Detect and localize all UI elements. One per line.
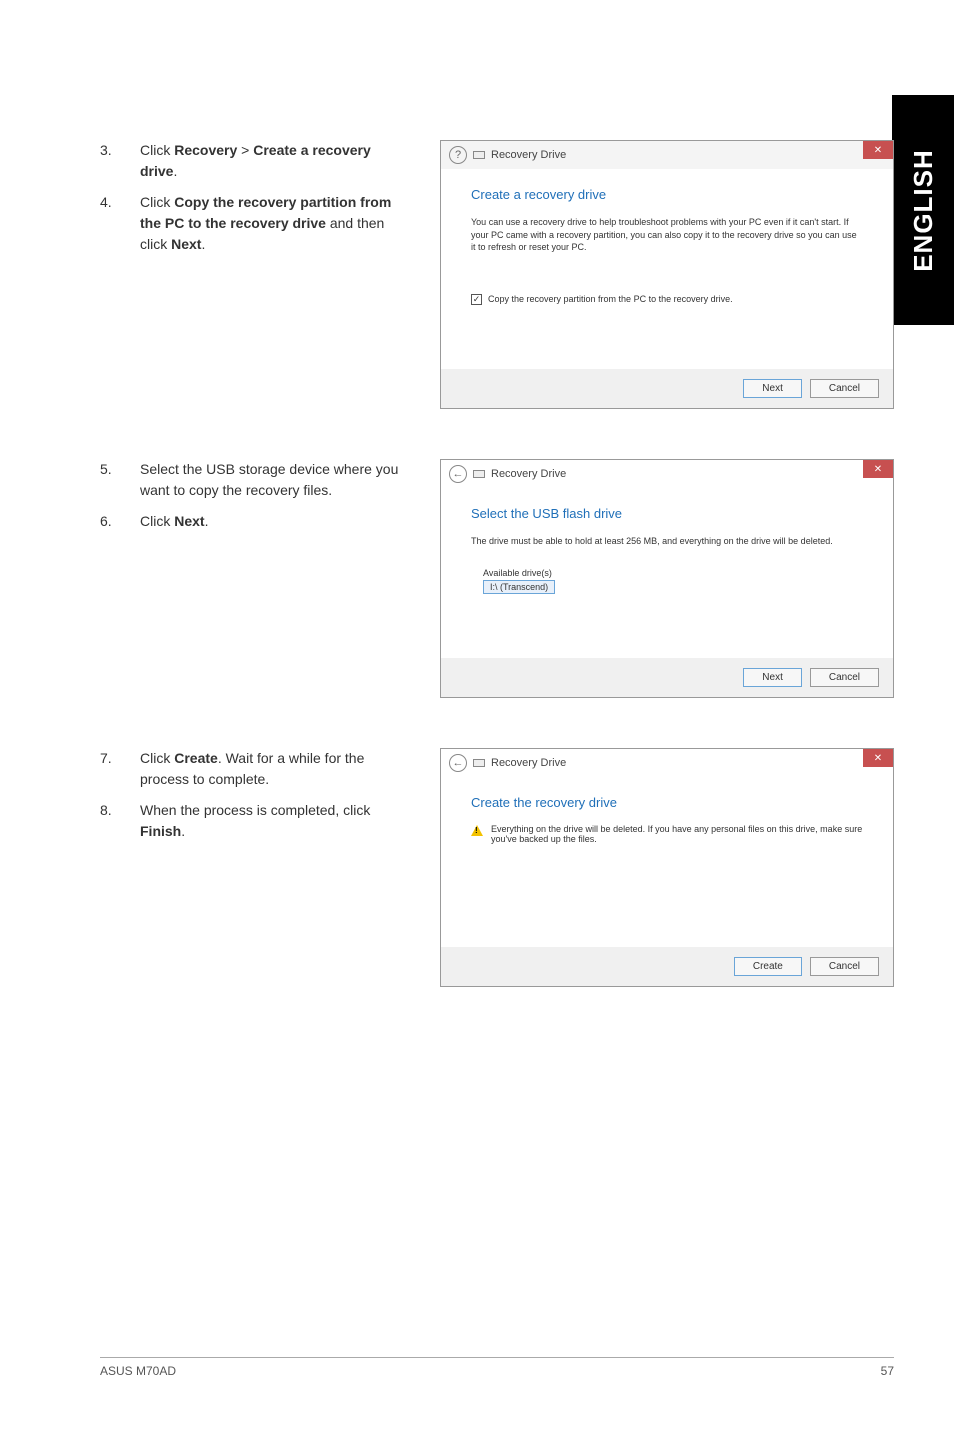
back-button[interactable]: ← (449, 754, 467, 772)
next-button[interactable]: Next (743, 379, 802, 398)
step-number: 6. (100, 511, 140, 532)
step-6: 6. Click Next. (100, 511, 400, 532)
dialog-description: The drive must be able to hold at least … (471, 535, 863, 548)
warning-icon (471, 825, 483, 836)
step-text: When the process is completed, click Fin… (140, 800, 400, 842)
step-4: 4. Click Copy the recovery partition fro… (100, 192, 400, 255)
step-number: 7. (100, 748, 140, 790)
dialog-titlebar: ← Recovery Drive ✕ (441, 460, 893, 488)
step-8: 8. When the process is completed, click … (100, 800, 400, 842)
cancel-button[interactable]: Cancel (810, 957, 879, 976)
warning-row: Everything on the drive will be deleted.… (471, 824, 863, 844)
close-button[interactable]: ✕ (863, 460, 893, 478)
dialog-buttons: Next Cancel (441, 658, 893, 697)
instructions-2: 5. Select the USB storage device where y… (100, 459, 400, 542)
dialog-create-drive: ← Recovery Drive ✕ Create the recovery d… (440, 748, 894, 987)
dialog-titlebar: ← Recovery Drive ✕ (441, 749, 893, 777)
copy-partition-checkbox-row: ✓ Copy the recovery partition from the P… (471, 294, 863, 305)
dialog-body: Create a recovery drive You can use a re… (441, 169, 893, 369)
close-icon: ✕ (874, 464, 882, 475)
step-number: 8. (100, 800, 140, 842)
back-button[interactable]: ← (449, 465, 467, 483)
dialog-title: Recovery Drive (491, 468, 566, 480)
available-drives-label: Available drive(s) (483, 568, 863, 578)
instruction-block-3: 7. Click Create. Wait for a while for th… (100, 748, 894, 987)
drive-option[interactable]: I:\ (Transcend) (483, 580, 555, 594)
copy-partition-checkbox[interactable]: ✓ (471, 294, 482, 305)
instructions-1: 3. Click Recovery > Create a recovery dr… (100, 140, 400, 265)
step-text: Click Create. Wait for a while for the p… (140, 748, 400, 790)
dialog-body: Create the recovery drive Everything on … (441, 777, 893, 947)
footer-page-number: 57 (881, 1364, 894, 1378)
dialog-buttons: Create Cancel (441, 947, 893, 986)
cancel-button[interactable]: Cancel (810, 668, 879, 687)
instructions-3: 7. Click Create. Wait for a while for th… (100, 748, 400, 852)
step-number: 3. (100, 140, 140, 182)
close-icon: ✕ (874, 145, 882, 156)
step-text: Select the USB storage device where you … (140, 459, 400, 501)
instruction-block-2: 5. Select the USB storage device where y… (100, 459, 894, 698)
step-text: Click Next. (140, 511, 400, 532)
dialog-heading: Select the USB flash drive (471, 506, 863, 521)
close-icon: ✕ (874, 753, 882, 764)
back-icon[interactable]: ? (449, 146, 467, 164)
copy-partition-label: Copy the recovery partition from the PC … (488, 294, 733, 304)
step-5: 5. Select the USB storage device where y… (100, 459, 400, 501)
footer-model: ASUS M70AD (100, 1364, 176, 1378)
page-content: 3. Click Recovery > Create a recovery dr… (0, 0, 954, 987)
close-button[interactable]: ✕ (863, 141, 893, 159)
next-button[interactable]: Next (743, 668, 802, 687)
cancel-button[interactable]: Cancel (810, 379, 879, 398)
dialog-title: Recovery Drive (491, 757, 566, 769)
step-number: 4. (100, 192, 140, 255)
available-drives: Available drive(s) I:\ (Transcend) (471, 568, 863, 594)
dialog-buttons: Next Cancel (441, 369, 893, 408)
step-text: Click Recovery > Create a recovery drive… (140, 140, 400, 182)
drive-icon (473, 151, 485, 159)
dialog-body: Select the USB flash drive The drive mus… (441, 488, 893, 658)
create-button[interactable]: Create (734, 957, 802, 976)
drive-icon (473, 759, 485, 767)
dialog-title: Recovery Drive (491, 149, 566, 161)
step-7: 7. Click Create. Wait for a while for th… (100, 748, 400, 790)
instruction-block-1: 3. Click Recovery > Create a recovery dr… (100, 140, 894, 409)
page-footer: ASUS M70AD 57 (100, 1357, 894, 1378)
drive-icon (473, 470, 485, 478)
dialog-select-usb: ← Recovery Drive ✕ Select the USB flash … (440, 459, 894, 698)
dialog-description: You can use a recovery drive to help tro… (471, 216, 863, 254)
dialog-titlebar: ? Recovery Drive ✕ (441, 141, 893, 169)
step-3: 3. Click Recovery > Create a recovery dr… (100, 140, 400, 182)
language-tab-label: ENGLISH (908, 149, 939, 272)
close-button[interactable]: ✕ (863, 749, 893, 767)
dialog-heading: Create a recovery drive (471, 187, 863, 202)
language-tab: ENGLISH (892, 95, 954, 325)
step-text: Click Copy the recovery partition from t… (140, 192, 400, 255)
warning-text: Everything on the drive will be deleted.… (491, 824, 863, 844)
step-number: 5. (100, 459, 140, 501)
dialog-create-recovery: ? Recovery Drive ✕ Create a recovery dri… (440, 140, 894, 409)
dialog-heading: Create the recovery drive (471, 795, 863, 810)
